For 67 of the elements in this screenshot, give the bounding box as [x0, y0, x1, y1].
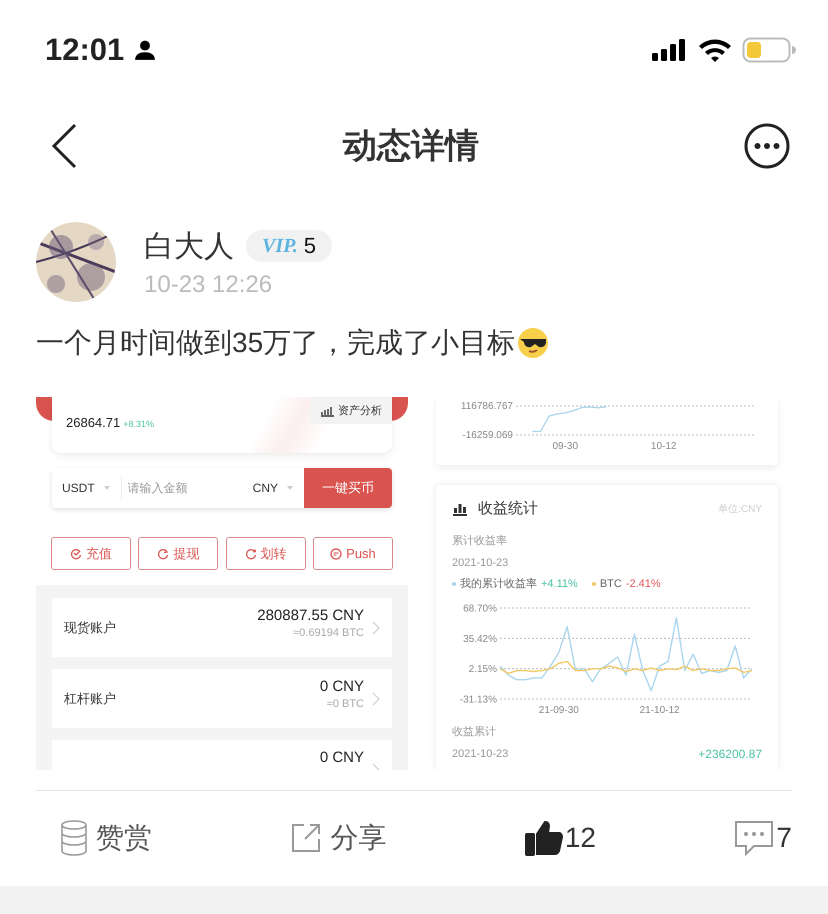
- post-time: 10-23 12:26: [144, 270, 274, 298]
- account-row[interactable]: 0 CNY: [52, 740, 392, 770]
- tick-label: 21-10-12: [640, 705, 680, 716]
- tick-label: 09-30: [552, 441, 578, 452]
- profit-value: 26864.71: [66, 415, 120, 430]
- tick-label: 116786.767: [460, 401, 513, 412]
- back-icon[interactable]: [50, 123, 78, 169]
- account-name: 杠杆账户: [64, 690, 116, 708]
- tick-label: 2.15%: [468, 664, 497, 676]
- total-label: 收益累计: [452, 725, 497, 740]
- author-name[interactable]: 白大人: [144, 226, 234, 266]
- clock-time: 12:01: [45, 32, 124, 68]
- tick-label: -16259.069: [462, 430, 513, 441]
- account-amount: 280887.55 CNY: [257, 607, 364, 624]
- comment-button[interactable]: 7: [734, 820, 792, 856]
- legend-label: BTC: [600, 578, 622, 590]
- buy-button[interactable]: 一键买币: [304, 468, 392, 508]
- tick-label: -31.13%: [460, 694, 497, 706]
- total-date: 2021-10-23: [452, 747, 508, 762]
- chat-icon: [330, 548, 342, 560]
- bar-chart-icon: [452, 502, 468, 516]
- vip-badge: VIP. 5: [246, 230, 332, 262]
- action-button[interactable]: 划转: [226, 537, 306, 570]
- share-icon: [290, 822, 322, 854]
- coin-stack-icon: [60, 820, 88, 856]
- page-title: 动态详情: [343, 126, 479, 167]
- chevron-icon: [372, 692, 380, 706]
- legend-value: -2.41%: [626, 578, 661, 590]
- legend-label: 我的累计收益率: [460, 576, 537, 591]
- analysis-button[interactable]: 资产分析: [310, 397, 392, 424]
- coin-select[interactable]: USDT: [52, 481, 121, 495]
- person-icon: [134, 39, 156, 61]
- account-row[interactable]: 杠杆账户 0 CNY ≈0 BTC: [52, 669, 392, 728]
- signal-icon: [652, 39, 688, 61]
- bar-chart-icon: [320, 404, 334, 416]
- account-name: 现货账户: [64, 618, 116, 636]
- wifi-icon: [698, 38, 732, 62]
- account-amount: 0 CNY: [320, 749, 364, 766]
- reward-button[interactable]: 赞赏: [60, 818, 152, 856]
- caret-icon: [102, 485, 111, 491]
- comment-icon: [734, 820, 774, 856]
- rate-date: 2021-10-23: [452, 556, 510, 571]
- tick-label: 35.42%: [463, 634, 497, 645]
- tick-label: 68.70%: [463, 604, 497, 614]
- like-button[interactable]: 12: [524, 820, 596, 856]
- battery-icon: [742, 37, 796, 63]
- account-btc: ≈0 BTC: [326, 698, 364, 710]
- account-row[interactable]: 现货账户 280887.55 CNY ≈0.69194 BTC: [52, 598, 392, 657]
- caret-icon: [286, 485, 294, 491]
- account-btc: ≈0.69194 BTC: [293, 627, 364, 639]
- tick-label: 10-12: [650, 441, 677, 452]
- stats-title: 收益统计: [478, 499, 538, 518]
- post-text: 一个月时间做到35万了，完成了小目标: [36, 326, 516, 360]
- share-button[interactable]: 分享: [290, 818, 386, 856]
- profit-change: +8.31%: [123, 419, 154, 429]
- emoji-icon: [517, 327, 550, 359]
- legend-value: +4.11%: [541, 578, 578, 590]
- tick-label: 21-09-30: [538, 705, 579, 716]
- action-button[interactable]: 充值: [51, 537, 131, 570]
- total-value: +236200.87: [698, 747, 762, 761]
- more-icon[interactable]: [744, 123, 790, 169]
- account-amount: 0 CNY: [320, 678, 364, 695]
- rate-label: 累计收益率: [452, 534, 508, 549]
- chevron-icon: [372, 621, 380, 635]
- action-button[interactable]: Push: [312, 537, 393, 570]
- currency-select[interactable]: CNY: [242, 481, 304, 495]
- action-button[interactable]: 提现: [138, 537, 218, 570]
